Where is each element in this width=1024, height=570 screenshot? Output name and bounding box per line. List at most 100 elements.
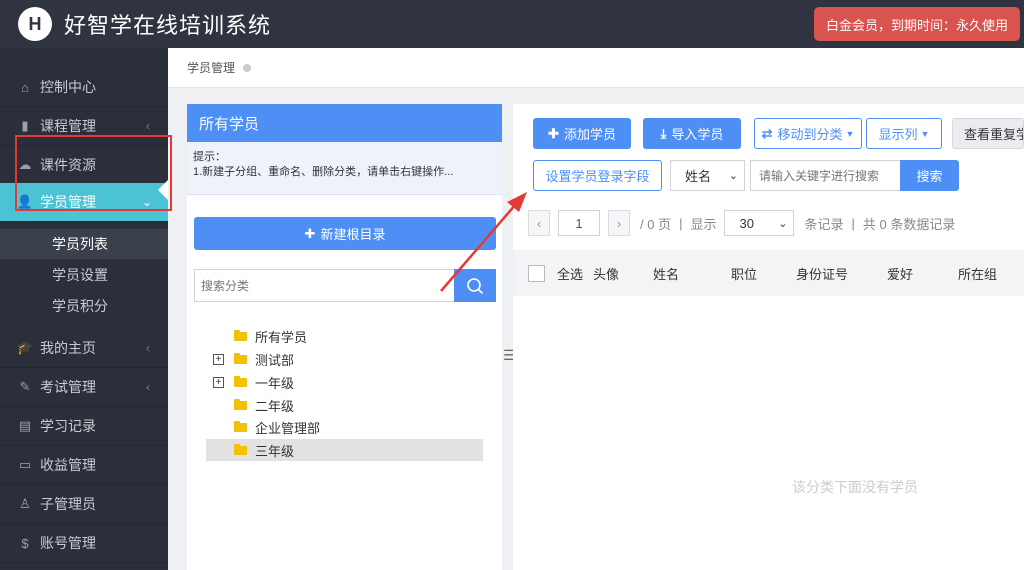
import-students-label: 导入学员 [671, 127, 724, 142]
folder-icon [234, 443, 247, 455]
sidebar: ⌂ 控制中心 ▮ 课程管理 ‹ ☁ 课件资源 👤 学员管理 ⌄ 学员列表 学员设… [0, 48, 168, 570]
total-records-text: 共 0 条数据记录 [862, 216, 956, 232]
chevron-down-icon: ⌄ [728, 170, 738, 182]
tree-node[interactable]: 企业管理部 [206, 416, 483, 438]
page-size-value: 30 [739, 215, 754, 231]
search-button-label: 搜索 [916, 169, 943, 184]
caret-down-icon: ▼ [920, 128, 930, 139]
tree-node[interactable]: 所有学员 [206, 325, 483, 347]
add-student-button[interactable]: ✚ 添加学员 [533, 118, 631, 149]
expand-plus-icon[interactable]: + [213, 376, 224, 388]
sidebar-item-label: 收益管理 [40, 457, 96, 473]
sidebar-subitem-label: 学员积分 [52, 298, 108, 314]
expand-plus-icon[interactable]: + [213, 353, 224, 365]
sidebar-subitem-student-settings[interactable]: 学员设置 [0, 260, 168, 290]
edit-icon: ✎ [19, 379, 31, 394]
plus-icon: ✚ [548, 125, 559, 141]
next-page-button[interactable]: › [608, 210, 630, 236]
tree-node[interactable]: + 测试部 [206, 348, 483, 370]
sidebar-item-label: 课程管理 [40, 118, 96, 134]
sidebar-item-label: 我的主页 [40, 340, 96, 356]
category-panel-title: 所有学员 [187, 104, 502, 142]
column-header-avatar: 头像 [593, 266, 620, 282]
vip-badge[interactable]: 白金会员，到期时间：永久使用 [813, 7, 1020, 41]
tree-node-label: 二年级 [255, 398, 295, 414]
chevron-down-icon: ⌄ [778, 217, 788, 230]
student-list-panel: ✚ 添加学员 ⤓ 导入学员 ⇄ 移动到分类 ▼ 显示列 ▼ 查看重复学 设置学员登录字段 … [513, 104, 1024, 570]
sidebar-item-label: 考试管理 [40, 379, 96, 395]
move-to-category-label: 移动到分类 [777, 127, 843, 142]
column-header-hobby: 爱好 [887, 266, 914, 282]
top-bar: H 好智学在线培训系统 白金会员，到期时间：永久使用 [0, 0, 1024, 48]
sidebar-item-sub-admins[interactable]: ♙ 子管理员 [0, 485, 168, 524]
sidebar-item-my-homepage[interactable]: 🎓 我的主页 ‹ [0, 329, 168, 368]
chevron-left-icon: ‹ [146, 341, 150, 355]
display-columns-label: 显示列 [878, 127, 918, 142]
sidebar-item-label: 子管理员 [40, 496, 96, 512]
search-field-value: 姓名 [685, 169, 712, 184]
search-field-select[interactable]: 姓名 ⌄ [670, 160, 745, 191]
admin-icon: ♙ [19, 496, 31, 511]
category-search-input[interactable] [194, 269, 454, 302]
chevron-left-icon: ‹ [536, 215, 542, 231]
view-duplicates-button[interactable]: 查看重复学 [952, 118, 1024, 149]
column-header-position: 职位 [731, 266, 758, 282]
sidebar-subitem-student-points[interactable]: 学员积分 [0, 291, 168, 321]
tip-text: 1.新建子分组、重命名、删除分类，请单击右键操作... [193, 166, 454, 178]
tree-node-label: 一年级 [255, 375, 295, 391]
home-icon: ⌂ [21, 79, 29, 95]
tab-close-dot-icon[interactable] [243, 63, 252, 72]
prev-page-button[interactable]: ‹ [528, 210, 550, 236]
search-button[interactable]: 搜索 [900, 160, 959, 191]
pagination: ‹ 1 › / 0 页 | 显示 30 ⌄ 条记录 | 共 0 条数据记录 [528, 210, 955, 236]
import-students-button[interactable]: ⤓ 导入学员 [643, 118, 741, 149]
page-size-select[interactable]: 30 ⌄ [724, 210, 795, 236]
tree-node[interactable]: + 一年级 [206, 371, 483, 393]
logo: H [18, 7, 52, 41]
category-panel: 所有学员 提示： 1.新建子分组、重命名、删除分类，请单击右键操作... ✚ 新… [187, 104, 502, 570]
new-root-button[interactable]: ✚ 新建根目录 [194, 217, 496, 250]
login-fields-button[interactable]: 设置学员登录字段 [533, 160, 662, 191]
sidebar-subitem-student-list[interactable]: 学员列表 [0, 229, 168, 259]
sidebar-item-accounts[interactable]: $ 账号管理 [0, 524, 168, 563]
sidebar-item-label: 账号管理 [40, 535, 96, 551]
category-tip: 提示： 1.新建子分组、重命名、删除分类，请单击右键操作... [187, 142, 502, 195]
caret-down-icon: ▼ [845, 128, 855, 139]
empty-state-message: 该分类下面没有学员 [792, 479, 918, 495]
sidebar-item-revenue[interactable]: ▭ 收益管理 [0, 446, 168, 485]
annotation-highlight-box [15, 135, 172, 211]
column-header-select-all[interactable]: 全选 [557, 264, 593, 283]
column-header-id-number: 身份证号 [796, 266, 849, 282]
total-pages-text: / 0 页 [640, 216, 672, 232]
sidebar-item-dashboard[interactable]: ⌂ 控制中心 [0, 68, 168, 107]
page-number-input[interactable]: 1 [558, 210, 600, 236]
tip-heading: 提示： [193, 151, 226, 163]
table-header: 全选 头像 姓名 职位 身份证号 爱好 所在组 [513, 250, 1024, 296]
new-root-label: 新建根目录 [320, 227, 386, 242]
folder-icon [234, 375, 247, 387]
sidebar-item-study-records[interactable]: ▤ 学习记录 [0, 407, 168, 446]
category-search [194, 269, 496, 302]
tree-node-label: 企业管理部 [255, 420, 321, 436]
folder-icon [234, 329, 247, 341]
tree-node[interactable]: 二年级 [206, 394, 483, 416]
column-header-name: 姓名 [653, 266, 680, 282]
sidebar-subitem-label: 学员列表 [52, 236, 108, 252]
breadcrumb-current[interactable]: 学员管理 [187, 59, 235, 76]
chevron-left-icon: ‹ [146, 380, 150, 394]
swap-arrows-icon: ⇄ [761, 125, 773, 141]
app-title: 好智学在线培训系统 [64, 13, 272, 38]
select-all-checkbox[interactable] [528, 264, 545, 282]
keyword-search-input[interactable] [750, 160, 901, 191]
move-to-category-button[interactable]: ⇄ 移动到分类 ▼ [754, 118, 862, 149]
tree-node-selected[interactable]: 三年级 [206, 439, 483, 461]
column-header-group: 所在组 [958, 266, 998, 282]
view-duplicates-label: 查看重复学 [964, 127, 1024, 142]
panel-resize-handle-icon[interactable]: ☰ [503, 345, 516, 365]
login-fields-label: 设置学员登录字段 [545, 169, 650, 184]
sidebar-item-exams[interactable]: ✎ 考试管理 ‹ [0, 368, 168, 407]
pager-separator: | [679, 215, 683, 231]
display-columns-button[interactable]: 显示列 ▼ [866, 118, 942, 149]
category-search-button[interactable] [454, 269, 496, 302]
folder-icon [234, 352, 247, 364]
